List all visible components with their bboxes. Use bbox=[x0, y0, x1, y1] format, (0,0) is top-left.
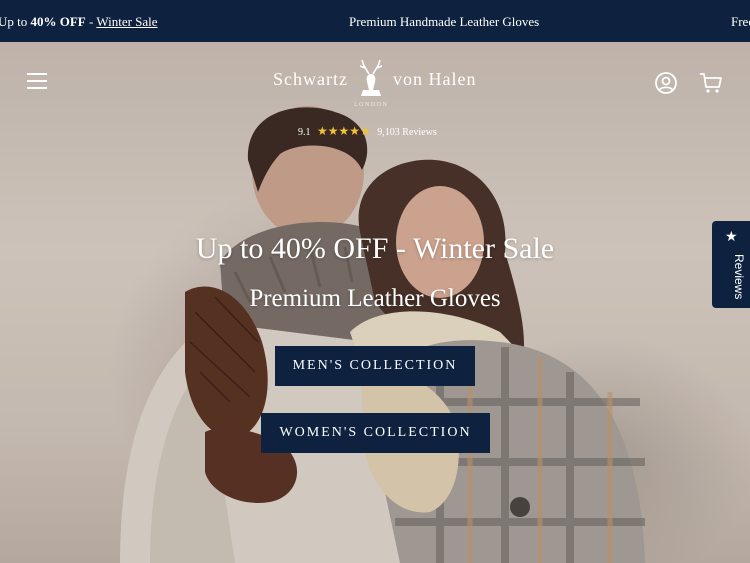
menu-icon-line bbox=[27, 73, 47, 75]
announcement-discount: 40% OFF bbox=[30, 14, 86, 29]
announcement-prefix: Up to bbox=[0, 14, 31, 29]
announcement-separator: - bbox=[85, 14, 97, 29]
stag-logo-icon bbox=[359, 59, 383, 96]
menu-icon-line bbox=[27, 87, 47, 89]
announcement-free-message: Free bbox=[731, 14, 750, 29]
rating-summary[interactable]: 9.1 ★★★★★ 9,103 Reviews bbox=[298, 124, 437, 139]
hero-headline: Up to 40% OFF - Winter Sale bbox=[195, 232, 555, 265]
hero-subheadline: Premium Leather Gloves bbox=[249, 285, 501, 312]
reviews-tab-label: Reviews bbox=[732, 254, 746, 300]
rating-stars-icon: ★★★★★ bbox=[317, 124, 371, 138]
brand-name-first: Schwartz bbox=[273, 69, 348, 89]
winter-sale-link[interactable]: Winter Sale bbox=[96, 14, 157, 29]
announcement-sale-message: Up to 40% OFF - Winter Sale bbox=[0, 14, 158, 30]
star-icon: ★ bbox=[725, 230, 738, 245]
brand-name-second: von Halen bbox=[393, 69, 477, 89]
reviews-tab[interactable]: ★ Reviews bbox=[712, 221, 750, 308]
announcement-handmade-message: Premium Handmade Leather Gloves bbox=[349, 14, 540, 29]
rating-score: 9.1 bbox=[298, 127, 311, 138]
cart-icon[interactable] bbox=[699, 72, 723, 94]
account-icon[interactable] bbox=[654, 71, 678, 95]
menu-icon[interactable] bbox=[27, 73, 47, 89]
mens-collection-button[interactable]: MEN'S COLLECTION bbox=[275, 346, 475, 386]
rating-review-count: 9,103 Reviews bbox=[377, 127, 437, 138]
announcement-bar: Up to 40% OFF - Winter Sale Premium Hand… bbox=[0, 0, 750, 42]
menu-icon-line bbox=[27, 80, 47, 82]
brand-logo[interactable]: Schwartz von Halen LONDON bbox=[273, 56, 483, 116]
womens-collection-button[interactable]: WOMEN'S COLLECTION bbox=[261, 413, 490, 453]
brand-city: LONDON bbox=[354, 102, 389, 108]
hero-banner: Schwartz von Halen LONDON 9.1 ★★★★★ 9,10… bbox=[0, 42, 750, 563]
